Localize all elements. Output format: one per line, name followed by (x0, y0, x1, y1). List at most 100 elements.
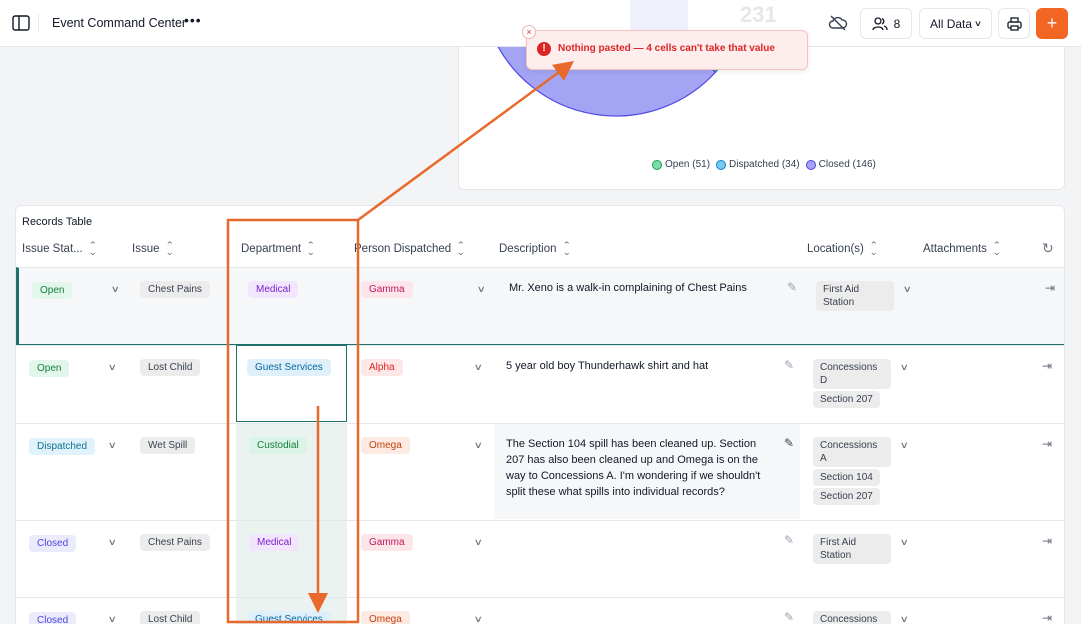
pencil-icon[interactable]: ✎ (784, 610, 794, 624)
chevron-down-icon[interactable]: ∨ (474, 537, 483, 548)
person-pill[interactable]: Alpha (361, 359, 403, 376)
table-row[interactable]: Open ∨ Lost Child Guest Services Alpha ∨… (16, 345, 1064, 423)
sidebar-toggle-icon[interactable] (12, 15, 30, 31)
print-button[interactable] (998, 8, 1030, 39)
issue-pill[interactable]: Chest Pains (140, 281, 210, 298)
collaborators-button[interactable]: 8 (860, 8, 912, 39)
printer-icon (1006, 16, 1022, 31)
column-header-locations[interactable]: Location(s) ⌃ ⌄ (807, 241, 878, 257)
sort-icon[interactable]: ⌃ ⌄ (562, 241, 571, 257)
legend-label-open: Open (51) (665, 159, 711, 170)
chevron-down-icon[interactable]: ∨ (903, 284, 912, 295)
chevron-down-icon[interactable]: ∨ (474, 362, 483, 373)
chevron-down-icon[interactable]: ∨ (108, 440, 117, 451)
sort-icon[interactable]: ⌃ ⌄ (992, 241, 1001, 257)
sort-icon[interactable]: ⌃ ⌄ (869, 241, 878, 257)
pencil-icon[interactable]: ✎ (787, 280, 797, 294)
status-pill[interactable]: Closed (29, 535, 77, 552)
status-pill[interactable]: Open (32, 282, 73, 299)
legend-item-closed: Closed (146) (805, 159, 876, 170)
chevron-down-icon[interactable]: ∨ (108, 614, 117, 624)
legend-item-dispatched: Dispatched (34) (716, 159, 800, 170)
column-header-attachments[interactable]: Attachments ⌃ ⌄ (923, 241, 1001, 257)
users-icon (872, 16, 888, 30)
person-pill[interactable]: Gamma (361, 534, 413, 551)
legend-swatch-closed (805, 159, 816, 170)
chevron-down-icon[interactable]: ∨ (474, 440, 483, 451)
expand-icon[interactable]: ⇥ (1042, 437, 1052, 451)
more-options-icon[interactable]: ••• (184, 12, 202, 28)
chevron-down-icon[interactable]: ∨ (900, 362, 909, 373)
person-pill[interactable]: Omega (361, 437, 410, 454)
chevron-down-icon[interactable]: ∨ (900, 537, 909, 548)
pencil-icon[interactable]: ✎ (784, 436, 794, 450)
cloud-sync-icon[interactable] (828, 14, 848, 32)
location-pill[interactable]: Section 104 (813, 469, 880, 486)
expand-icon[interactable]: ⇥ (1042, 534, 1052, 548)
chevron-down-icon[interactable]: ∨ (477, 284, 486, 295)
column-header-issue[interactable]: Issue ⌃ ⌄ (132, 241, 174, 257)
chevron-down-icon[interactable]: ∨ (111, 284, 120, 295)
chevron-down-icon[interactable]: ∨ (474, 614, 483, 624)
location-pill[interactable]: First Aid Station (816, 281, 894, 311)
issue-pill[interactable]: Lost Child (140, 359, 201, 376)
person-pill[interactable]: Gamma (361, 281, 413, 298)
department-pill[interactable]: Guest Services (247, 611, 331, 624)
description-text[interactable]: 5 year old boy Thunderhawk shirt and hat (506, 358, 771, 374)
status-pill[interactable]: Closed (29, 612, 77, 624)
sort-icon[interactable]: ⌃ ⌄ (456, 241, 465, 257)
chevron-down-icon[interactable]: ∨ (900, 614, 909, 624)
column-header-description[interactable]: Description ⌃ ⌄ (499, 241, 571, 257)
legend-swatch-open (652, 159, 662, 170)
expand-icon[interactable]: ⇥ (1042, 611, 1052, 624)
department-pill[interactable]: Medical (248, 281, 299, 298)
chevron-down-icon[interactable]: ∨ (900, 440, 909, 451)
location-pill[interactable]: Concessions D (813, 359, 891, 389)
refresh-icon[interactable]: ↻ (1042, 240, 1054, 257)
column-header-issue-status[interactable]: Issue Stat... ⌃ ⌄ (22, 241, 97, 257)
location-pill[interactable]: Section 207 (813, 391, 880, 408)
table-row[interactable]: Open ∨ Chest Pains Medical Gamma ∨ Mr. X… (16, 267, 1064, 345)
department-pill[interactable]: Medical (249, 534, 300, 551)
issue-pill[interactable]: Chest Pains (140, 534, 210, 551)
table-row[interactable]: Closed ∨ Chest Pains Medical Gamma ∨ ✎ F… (16, 520, 1064, 597)
pencil-icon[interactable]: ✎ (784, 358, 794, 372)
collaborators-count: 8 (893, 16, 901, 31)
column-header-person-dispatched[interactable]: Person Dispatched ⌃ ⌄ (354, 241, 465, 257)
sort-icon[interactable]: ⌃ ⌄ (88, 241, 97, 257)
issue-pill[interactable]: Lost Child (140, 611, 201, 624)
pencil-icon[interactable]: ✎ (784, 533, 794, 547)
expand-icon[interactable]: ⇥ (1045, 281, 1055, 295)
location-pill[interactable]: Concessions (813, 611, 891, 624)
table-row[interactable]: Dispatched ∨ Wet Spill Custodial Omega ∨… (16, 423, 1064, 520)
error-icon: ! (537, 42, 551, 56)
issue-pill[interactable]: Wet Spill (140, 437, 196, 454)
expand-icon[interactable]: ⇥ (1042, 359, 1052, 373)
status-pill[interactable]: Dispatched (29, 438, 96, 455)
column-header-label: Person Dispatched (354, 243, 452, 255)
location-pill[interactable]: First Aid Station (813, 534, 891, 564)
chevron-down-icon: ∨ (973, 19, 983, 28)
table-row[interactable]: Closed ∨ Lost Child Guest Services Omega… (16, 597, 1064, 624)
sort-icon[interactable]: ⌃ ⌄ (165, 241, 174, 257)
data-filter-dropdown[interactable]: All Data ∨ (919, 8, 992, 39)
status-pill[interactable]: Open (29, 360, 70, 377)
person-pill[interactable]: Omega (361, 611, 410, 624)
sort-icon[interactable]: ⌃ ⌄ (306, 241, 315, 257)
selected-cell-outline (236, 345, 347, 422)
add-record-button[interactable]: + (1036, 8, 1068, 39)
description-text[interactable]: Mr. Xeno is a walk-in complaining of Che… (509, 280, 774, 296)
toast-close-icon[interactable]: × (522, 25, 536, 39)
background-card-fragment (630, 0, 688, 30)
legend-swatch-dispatched (716, 159, 727, 170)
description-text[interactable]: The Section 104 spill has been cleaned u… (506, 436, 771, 500)
chevron-down-icon[interactable]: ∨ (108, 537, 117, 548)
app-title: Event Command Center (52, 16, 187, 30)
column-header-department[interactable]: Department ⌃ ⌄ (241, 241, 315, 257)
table-title: Records Table (22, 216, 93, 228)
location-pill[interactable]: Section 207 (813, 488, 880, 505)
chevron-down-icon[interactable]: ∨ (108, 362, 117, 373)
column-header-label: Department (241, 243, 302, 255)
location-pill[interactable]: Concessions A (813, 437, 891, 467)
department-pill[interactable]: Custodial (249, 437, 307, 454)
